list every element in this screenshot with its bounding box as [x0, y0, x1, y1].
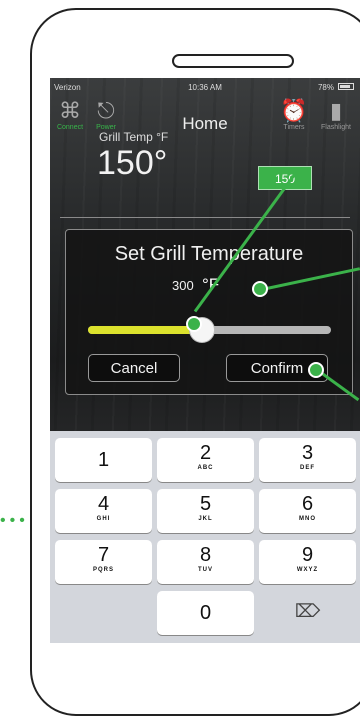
key-letters: PQRS — [92, 567, 114, 573]
flashlight-label: Flashlight — [321, 124, 351, 131]
key-7[interactable]: 7 PQRS — [55, 540, 152, 584]
key-digit: 7 — [97, 544, 110, 566]
callout-dot-unit — [252, 281, 268, 297]
grill-temp-label: Grill Temp °F — [99, 130, 169, 144]
temperature-input[interactable]: 300 — [172, 278, 194, 293]
key-letters: MNO — [299, 516, 316, 522]
key-digit: 2 — [199, 442, 212, 464]
key-0[interactable]: 0 — [157, 591, 254, 635]
numeric-keypad: 1 2 ABC 3 DEF 4 GHI 5 JKL 6 MNO 7 PQRS 8… — [50, 431, 360, 643]
key-digit: 4 — [97, 493, 110, 515]
key-5[interactable]: 5 JKL — [157, 489, 254, 533]
backspace-icon: ⌦ — [294, 601, 321, 621]
speaker-slot — [172, 54, 294, 68]
key-digit: 1 — [97, 449, 110, 471]
clock-label: 10:36 AM — [188, 83, 222, 92]
key-digit: 5 — [199, 493, 212, 515]
app-screen: Verizon 10:36 AM 78% ⌘ Connect ⎋ Power H… — [50, 78, 360, 643]
slider-fill — [88, 326, 203, 334]
top-nav: ⌘ Connect ⎋ Power Home ⏰ Timers ▮ Flashl… — [50, 96, 360, 138]
key-6[interactable]: 6 MNO — [259, 489, 356, 533]
key-blank — [55, 591, 152, 635]
key-3[interactable]: 3 DEF — [259, 438, 356, 482]
key-1[interactable]: 1 — [55, 438, 152, 482]
key-digit: 8 — [199, 544, 212, 566]
key-4[interactable]: 4 GHI — [55, 489, 152, 533]
alarm-clock-icon: ⏰ — [280, 98, 308, 123]
battery-icon — [338, 83, 354, 90]
side-dots: ••• — [0, 512, 29, 529]
key-8[interactable]: 8 TUV — [157, 540, 254, 584]
backspace-key[interactable]: ⌦ — [259, 591, 356, 635]
divider — [60, 217, 350, 218]
dialog-title: Set Grill Temperature — [114, 243, 304, 265]
key-letters: GHI — [96, 516, 111, 522]
flashlight-button[interactable]: ▮ Flashlight — [318, 98, 354, 132]
temperature-slider[interactable] — [88, 318, 331, 342]
key-letters: TUV — [198, 567, 213, 573]
battery-label: 78% — [317, 83, 334, 92]
key-digit: 9 — [301, 544, 314, 566]
status-bar: Verizon 10:36 AM 78% — [50, 78, 360, 96]
callout-dot-slider — [186, 316, 202, 332]
timers-button[interactable]: ⏰ Timers — [276, 98, 312, 132]
key-letters: JKL — [198, 516, 213, 522]
key-letters: ABC — [197, 465, 214, 471]
grill-temp-value: 150° — [97, 144, 168, 182]
timers-label: Timers — [283, 124, 305, 131]
callout-dot-confirm — [308, 362, 324, 378]
page-title: Home — [182, 114, 228, 133]
key-letters: WXYZ — [296, 567, 319, 573]
key-digit: 0 — [199, 602, 212, 624]
flashlight-icon: ▮ — [329, 98, 343, 123]
key-digit: 3 — [301, 442, 314, 464]
key-letters: DEF — [300, 465, 315, 471]
key-digit: 6 — [301, 493, 314, 515]
cancel-button[interactable]: Cancel — [88, 354, 180, 382]
key-2[interactable]: 2 ABC — [157, 438, 254, 482]
key-9[interactable]: 9 WXYZ — [259, 540, 356, 584]
